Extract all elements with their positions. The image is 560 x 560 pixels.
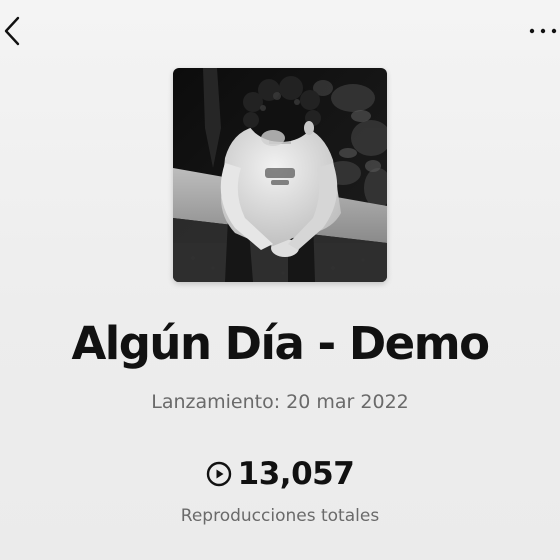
album-cover-image <box>173 68 387 282</box>
more-horizontal-icon <box>529 28 557 34</box>
album-cover <box>173 68 387 282</box>
play-circle-icon <box>206 461 231 487</box>
more-options-button[interactable] <box>526 18 560 44</box>
track-title: Algún Día - Demo <box>71 317 490 370</box>
play-count: 13,057 <box>237 456 355 492</box>
play-count-label: Reproducciones totales <box>180 506 380 526</box>
chevron-left-icon <box>4 16 20 46</box>
play-count-row: 13,057 <box>0 456 560 492</box>
release-date: Lanzamiento: 20 mar 2022 <box>151 391 409 413</box>
back-button[interactable] <box>0 14 24 48</box>
